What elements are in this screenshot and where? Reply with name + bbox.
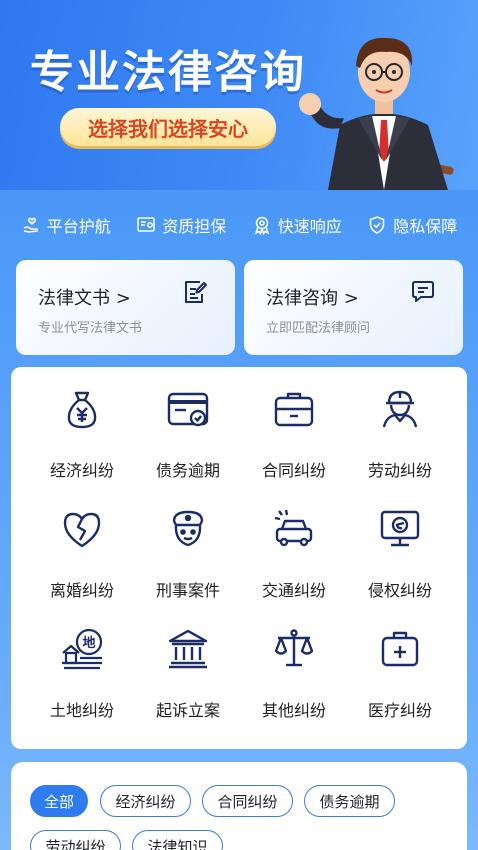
feature-label: 快速响应	[277, 217, 342, 236]
filter-panel: 全部 经济纠纷 合同纠纷 债务逾期 劳动纠纷 法律知识	[11, 762, 467, 850]
category-label: 土地纠纷	[49, 701, 114, 720]
car-crash-icon	[274, 509, 313, 547]
filter-chip-contract[interactable]: 合同纠纷	[202, 785, 293, 817]
category-item-labor[interactable]: 劳动纠纷	[345, 367, 451, 480]
category-label: 医疗纠纷	[367, 701, 432, 720]
service-card-title: 法律文书 >	[38, 288, 131, 309]
badge-icon	[254, 216, 270, 235]
feature-item: 平台护航	[21, 213, 111, 237]
service-card-subtitle: 专业代写法律文书	[38, 321, 143, 336]
hand-heart-icon	[23, 217, 38, 233]
banner-slogan: 选择我们选择安心	[88, 116, 248, 141]
category-item-divorce[interactable]: 离婚纠纷	[27, 487, 133, 600]
filter-chip-all[interactable]: 全部	[30, 785, 88, 817]
card-clock-icon	[167, 392, 209, 427]
worker-helmet-icon	[382, 390, 418, 428]
banner-slogan-pill: 选择我们选择安心	[60, 108, 276, 146]
category-item-economic[interactable]: 经济纠纷	[27, 367, 133, 480]
filter-chip-legal-knowledge[interactable]: 法律知识	[132, 830, 223, 850]
monitor-icon	[380, 510, 420, 547]
lawyer-illustration	[299, 37, 454, 190]
filter-chip-debt[interactable]: 债务逾期	[304, 785, 395, 817]
feature-label: 资质担保	[162, 217, 227, 236]
chat-bubble-icon	[412, 281, 434, 302]
land-house-icon: 地	[62, 628, 103, 670]
filter-chip-label: 法律知识	[147, 837, 208, 850]
certificate-icon	[137, 217, 155, 232]
feature-item: 快速响应	[252, 213, 342, 237]
category-item-criminal[interactable]: 刑事案件	[133, 487, 239, 600]
category-label: 刑事案件	[155, 581, 220, 600]
service-card-legal-document[interactable]: 法律文书 > 专业代写法律文书	[16, 260, 235, 355]
police-icon	[172, 510, 204, 547]
category-label: 债务逾期	[155, 461, 220, 480]
category-item-traffic[interactable]: 交通纠纷	[239, 487, 345, 600]
hero-banner[interactable]: 专业法律咨询 选择我们选择安心	[0, 0, 478, 190]
shield-check-icon	[369, 216, 385, 234]
feature-item: 资质担保	[136, 213, 226, 237]
courthouse-icon	[168, 629, 208, 669]
category-label: 离婚纠纷	[49, 581, 114, 600]
medical-kit-icon	[381, 631, 419, 667]
service-card-subtitle: 立即匹配法律顾问	[266, 321, 371, 336]
category-item-medical[interactable]: 医疗纠纷	[345, 607, 451, 720]
feature-label: 隐私保障	[393, 217, 458, 236]
category-label: 起诉立案	[155, 701, 220, 720]
service-card-title: 法律咨询 >	[266, 288, 359, 309]
category-item-infringement[interactable]: 侵权纠纷	[345, 487, 451, 600]
svg-text:地: 地	[82, 635, 95, 651]
features-row: 平台护航 资质担保 快速响应 隐私保障	[0, 204, 478, 246]
category-label: 其他纠纷	[261, 701, 326, 720]
category-label: 交通纠纷	[261, 581, 326, 600]
category-label: 劳动纠纷	[367, 461, 432, 480]
category-item-contract[interactable]: 合同纠纷	[239, 367, 345, 480]
banner-title: 专业法律咨询	[30, 47, 306, 98]
category-grid: 经济纠纷 债务逾期 合同纠纷 劳动纠纷 离婚纠纷 刑事案件 交通纠纷 侵权纠纷 …	[11, 367, 467, 749]
feature-label: 平台护航	[46, 217, 111, 236]
category-item-lawsuit[interactable]: 起诉立案	[133, 607, 239, 720]
category-item-other[interactable]: 其他纠纷	[239, 607, 345, 720]
filter-chip-label: 劳动纠纷	[45, 837, 106, 850]
briefcase-icon	[274, 392, 314, 427]
document-edit-icon	[185, 281, 207, 303]
category-label: 合同纠纷	[261, 461, 326, 480]
filter-chip-label: 合同纠纷	[217, 792, 278, 811]
scales-icon	[274, 629, 314, 667]
service-card-legal-consult[interactable]: 法律咨询 > 立即匹配法律顾问	[244, 260, 463, 355]
filter-chip-label: 债务逾期	[319, 792, 380, 811]
broken-heart-icon	[63, 512, 101, 548]
filter-chip-labor[interactable]: 劳动纠纷	[30, 830, 121, 850]
category-item-debt[interactable]: 债务逾期	[133, 367, 239, 480]
category-label: 侵权纠纷	[367, 581, 432, 600]
feature-item: 隐私保障	[367, 213, 457, 237]
money-bag-icon	[67, 391, 97, 429]
filter-chip-economic[interactable]: 经济纠纷	[100, 785, 191, 817]
category-item-land[interactable]: 地 土地纠纷	[27, 607, 133, 720]
filter-chip-label: 经济纠纷	[115, 792, 176, 811]
filter-chip-label: 全部	[43, 792, 74, 811]
category-label: 经济纠纷	[49, 461, 114, 480]
